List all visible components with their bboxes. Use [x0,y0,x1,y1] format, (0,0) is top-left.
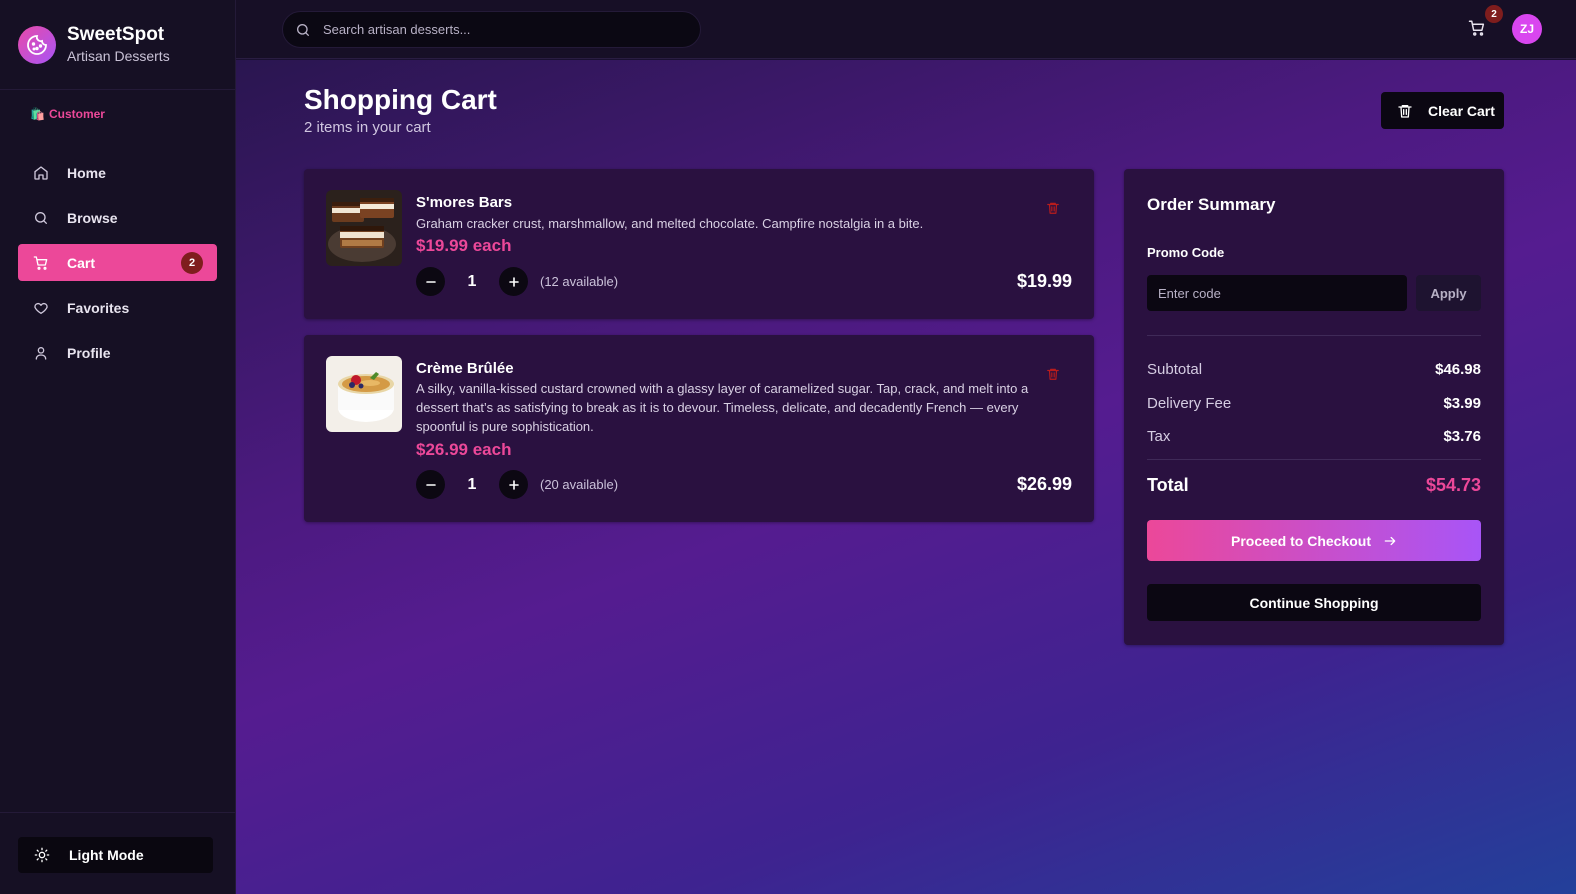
item-name: Crème Brûlée [416,360,514,377]
avatar[interactable]: ZJ [1512,14,1542,44]
minus-icon [425,280,436,283]
item-description: A silky, vanilla-kissed custard crowned … [416,381,1029,434]
checkout-label: Proceed to Checkout [1230,532,1372,549]
delivery-fee-row: Delivery Fee $3.99 [1147,393,1481,413]
tax-value: $3.76 [1443,427,1481,445]
tax-label: Tax [1147,427,1171,445]
search-input[interactable] [323,22,683,37]
total-value: $54.73 [1425,474,1481,495]
quantity-value: 1 [467,475,477,493]
minus-icon [425,483,436,486]
main-content: Shopping Cart 2 items in your cart Clear… [236,60,1576,894]
topbar: 2 ZJ [236,0,1576,59]
brand-name: SweetSpot [67,23,165,45]
trash-icon[interactable] [1046,200,1060,216]
promo-code-input[interactable] [1147,275,1407,311]
plus-icon [508,276,519,287]
light-mode-label: Light Mode [69,847,144,863]
divider [1147,459,1481,460]
sidebar-item-favorites[interactable]: Favorites [18,289,217,326]
clear-cart-label: Clear Cart [1428,102,1495,119]
page-subtitle: 2 items in your cart [304,119,431,136]
sidebar-item-profile[interactable]: Profile [18,334,217,371]
creme-brulee-image [326,356,402,432]
role-badge: 🛍️ Customer [30,106,235,122]
total-row: Total $54.73 [1147,474,1481,496]
sidebar-item-label: Favorites [67,299,130,316]
subtotal-label: Subtotal [1147,360,1203,378]
item-description: Graham cracker crust, marshmallow, and m… [416,216,924,231]
tax-row: Tax $3.76 [1147,426,1481,446]
increase-quantity-button[interactable] [499,267,528,296]
checkout-button[interactable]: Proceed to Checkout [1147,520,1481,561]
sidebar-item-home[interactable]: Home [18,154,217,191]
subtotal-value: $46.98 [1435,360,1481,378]
sidebar-item-cart[interactable]: Cart 2 [18,244,217,281]
apply-promo-button[interactable]: Apply [1416,275,1481,311]
shopping-bags-icon: 🛍️ [30,107,45,121]
sidebar-item-label: Profile [67,344,111,361]
user-icon [32,344,50,362]
continue-shopping-button[interactable]: Continue Shopping [1147,584,1481,621]
increase-quantity-button[interactable] [499,470,528,499]
quantity-value: 1 [467,272,477,290]
search-icon [295,22,311,38]
search-icon [32,209,50,227]
item-name: S'mores Bars [416,194,513,211]
light-mode-toggle[interactable]: Light Mode [18,837,213,873]
order-summary-title: Order Summary [1147,195,1276,214]
item-price: $26.99 each [416,440,512,459]
sidebar-item-label: Cart [67,254,96,271]
sidebar-nav: Home Browse Cart 2 Favorites Profile [0,154,235,371]
quantity-stepper: 1 (20 available) [416,470,618,499]
stock-available: (12 available) [540,274,619,289]
brand[interactable]: SweetSpot Artisan Desserts [0,0,235,90]
sidebar-item-label: Home [67,164,106,181]
sidebar: SweetSpot Artisan Desserts 🛍️ Customer H… [0,0,236,894]
page-title: Shopping Cart [304,84,497,115]
total-label: Total [1147,474,1189,495]
cart-icon[interactable] [1468,19,1488,39]
role-label: Customer [48,107,105,121]
trash-icon [1397,103,1413,119]
order-summary: Order Summary Promo Code Apply Subtotal … [1124,169,1504,645]
delivery-fee-label: Delivery Fee [1147,394,1232,412]
decrease-quantity-button[interactable] [416,267,445,296]
stock-available: (20 available) [540,477,619,492]
decrease-quantity-button[interactable] [416,470,445,499]
brand-tagline: Artisan Desserts [67,47,170,64]
plus-icon [508,479,519,490]
sidebar-item-label: Browse [67,209,118,226]
arrow-right-icon [1383,534,1397,548]
cart-item: Crème Brûlée A silky, vanilla-kissed cus… [304,335,1094,522]
trash-icon[interactable] [1046,366,1060,382]
sidebar-item-browse[interactable]: Browse [18,199,217,236]
promo-code-label: Promo Code [1147,245,1225,260]
divider [1147,335,1481,336]
item-price: $19.99 each [416,236,512,255]
quantity-stepper: 1 (12 available) [416,267,618,296]
search-bar[interactable] [282,11,701,48]
heart-icon [32,299,50,317]
home-icon [32,164,50,182]
cart-count-badge: 2 [181,251,203,274]
cart-icon [32,254,50,272]
subtotal-row: Subtotal $46.98 [1147,359,1481,379]
item-line-total: $19.99 [1016,271,1072,291]
cart-item: S'mores Bars Graham cracker crust, marsh… [304,169,1094,319]
item-line-total: $26.99 [1016,474,1072,494]
smores-bars-image [326,190,402,266]
sidebar-footer: Light Mode [0,812,235,894]
delivery-fee-value: $3.99 [1443,394,1481,412]
clear-cart-button[interactable]: Clear Cart [1381,92,1504,129]
sun-icon [34,847,50,863]
cart-count-badge: 2 [1485,5,1503,23]
cookie-icon [18,25,56,64]
